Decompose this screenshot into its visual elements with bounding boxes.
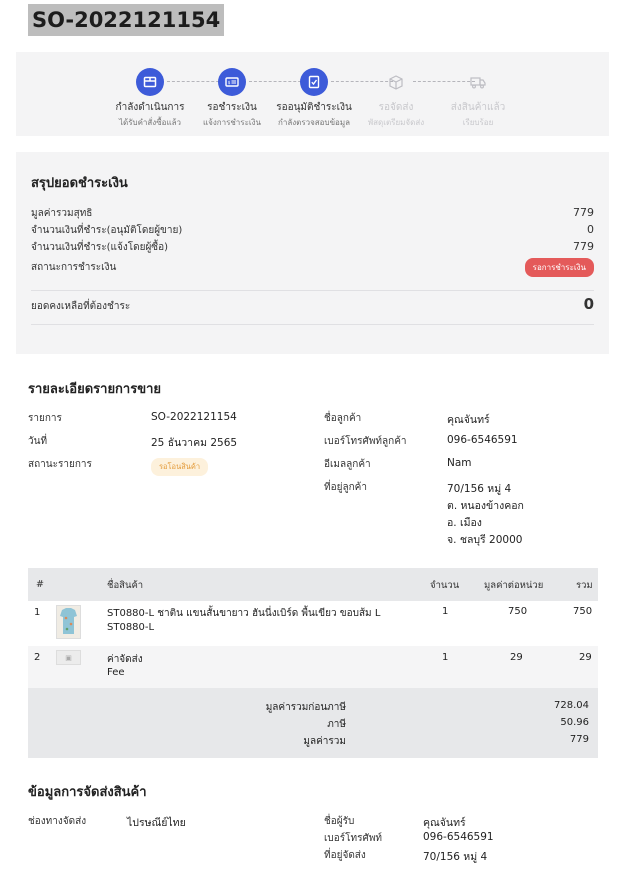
product-sku: ST0880-L (107, 622, 155, 633)
table-row[interactable]: 2 ▣ ค่าจัดส่ง Fee 1 29 29 (28, 646, 598, 688)
row-total: 750 (573, 606, 593, 617)
summary-row-label: จำนวนเงินที่ชำระ(แจ้งโดยผู้ซื้อ) (31, 242, 169, 253)
image-placeholder-icon: ▣ (56, 650, 81, 665)
balance-row: ยอดคงเหลือที่ต้องชำระ 0 (31, 295, 594, 314)
balance-value: 0 (583, 295, 594, 313)
subtotal-label: มูลค่ารวมก่อนภาษี (265, 702, 346, 713)
sale-details-title: รายละเอียดรายการขาย (28, 382, 162, 397)
svg-text:$: $ (228, 80, 231, 86)
order-number-title: SO-2022121154 (28, 4, 225, 36)
product-name: ST0880-L ชาติน แขนสั้นขายาว ฮันนี่งเบิร์… (107, 608, 381, 619)
product-sku: Fee (107, 667, 125, 678)
col-index-header: # (36, 579, 44, 590)
customer-address-line: 70/156 หมู่ 4 (447, 483, 512, 495)
grand-total-label: มูลค่ารวม (303, 736, 346, 747)
row-qty: 1 (442, 606, 449, 617)
summary-row-value: 0 (587, 223, 594, 236)
tax-label: ภาษี (327, 719, 346, 730)
shipping-address-label: ที่อยู่จัดส่ง (324, 850, 366, 861)
recipient-label: ชื่อผู้รับ (324, 816, 355, 827)
grand-total-value: 779 (569, 734, 589, 745)
step-sublabel: เรียบร้อย (462, 118, 494, 127)
payment-card-icon: $ (218, 68, 246, 96)
customer-name-label: ชื่อลูกค้า (324, 413, 362, 424)
subtotal-value: 728.04 (554, 700, 589, 711)
shipping-address-value: 70/156 หมู่ 4 (423, 851, 488, 863)
table-row[interactable]: 1 ST0880-L ชาติน แขนสั้นขายาว ฮันนี่งเบิ… (28, 601, 598, 646)
customer-phone-value: 096-6546591 (447, 434, 518, 446)
box-icon (136, 68, 164, 96)
customer-email-label: อีเมลลูกค้า (324, 459, 371, 470)
recipient-value: คุณจันทร์ (423, 817, 466, 829)
summary-row-value: 779 (573, 240, 594, 253)
customer-address-label: ที่อยู่ลูกค้า (324, 482, 367, 493)
item-label: รายการ (28, 413, 62, 424)
row-qty: 1 (442, 652, 449, 663)
summary-row: จำนวนเงินที่ชำระ(อนุมัติโดยผู้ขาย) 0 (31, 223, 594, 238)
product-name: ค่าจัดส่ง (107, 654, 143, 665)
customer-address-line: ต. หนองข้างคอก (447, 500, 524, 512)
summary-row-label: จำนวนเงินที่ชำระ(อนุมัติโดยผู้ขาย) (31, 225, 183, 236)
row-index: 2 (34, 652, 41, 663)
item-value: SO-2022121154 (151, 411, 237, 423)
payment-status-badge: รอการชำระเงิน (524, 258, 594, 277)
row-unit-price: 29 (510, 652, 523, 663)
order-status-badge: รอโอนสินค้า (151, 458, 209, 476)
col-total-header: รวม (576, 580, 593, 591)
payment-status-label: สถานะการชำระเงิน (31, 262, 117, 273)
row-index: 1 (34, 607, 41, 618)
customer-name-value: คุณจันทร์ (447, 414, 490, 426)
order-progress-stepper: กำลังดำเนินการ ได้รับคำสั่งซื้อแล้ว $ รอ… (16, 52, 609, 136)
summary-row: มูลค่ารวมสุทธิ 779 (31, 206, 594, 221)
payment-summary-card: สรุปยอดชำระเงิน มูลค่ารวมสุทธิ 779 จำนวน… (16, 152, 609, 354)
customer-address-line: อ. เมือง (447, 517, 482, 529)
shipping-channel-label: ช่องทางจัดส่ง (28, 816, 87, 827)
divider (31, 290, 594, 291)
summary-row-label: มูลค่ารวมสุทธิ (31, 208, 93, 219)
date-value: 25 ธันวาคม 2565 (151, 437, 238, 449)
row-unit-price: 750 (508, 606, 528, 617)
order-status-label: สถานะรายการ (28, 459, 92, 470)
col-name-header: ชื่อสินค้า (107, 580, 144, 591)
col-unit-price-header: มูลค่าต่อหน่วย (484, 580, 544, 591)
customer-email-value: Nam (447, 457, 472, 469)
date-label: วันที่ (28, 436, 48, 447)
items-table-header: # ชื่อสินค้า จำนวน มูลค่าต่อหน่วย รวม (28, 568, 598, 601)
tax-value: 50.96 (560, 717, 589, 728)
payment-status-row: สถานะการชำระเงิน รอการชำระเงิน (31, 258, 594, 277)
summary-title: สรุปยอดชำระเงิน (31, 176, 128, 191)
recipient-phone-label: เบอร์โทรศัพท์ (324, 833, 383, 844)
totals-block: มูลค่ารวมก่อนภาษี 728.04 ภาษี 50.96 มูลค… (28, 688, 598, 758)
shipping-info-title: ข้อมูลการจัดส่งสินค้า (28, 785, 147, 800)
product-thumbnail (56, 605, 81, 639)
step-shipped: ส่งสินค้าแล้ว เรียบร้อย (428, 68, 528, 129)
truck-icon (464, 68, 492, 96)
recipient-phone-value: 096-6546591 (423, 831, 494, 843)
customer-phone-label: เบอร์โทรศัพท์ลูกค้า (324, 436, 407, 447)
col-qty-header: จำนวน (430, 580, 460, 591)
customer-address-line: จ. ชลบุรี 20000 (447, 534, 523, 546)
package-icon (382, 68, 410, 96)
document-check-icon (300, 68, 328, 96)
divider (31, 324, 594, 325)
balance-label: ยอดคงเหลือที่ต้องชำระ (31, 301, 131, 312)
row-total: 29 (579, 652, 592, 663)
shipping-channel-value: ไปรษณีย์ไทย (127, 817, 186, 829)
summary-row: จำนวนเงินที่ชำระ(แจ้งโดยผู้ซื้อ) 779 (31, 240, 594, 255)
summary-row-value: 779 (573, 206, 594, 219)
step-label: ส่งสินค้าแล้ว (450, 102, 506, 113)
